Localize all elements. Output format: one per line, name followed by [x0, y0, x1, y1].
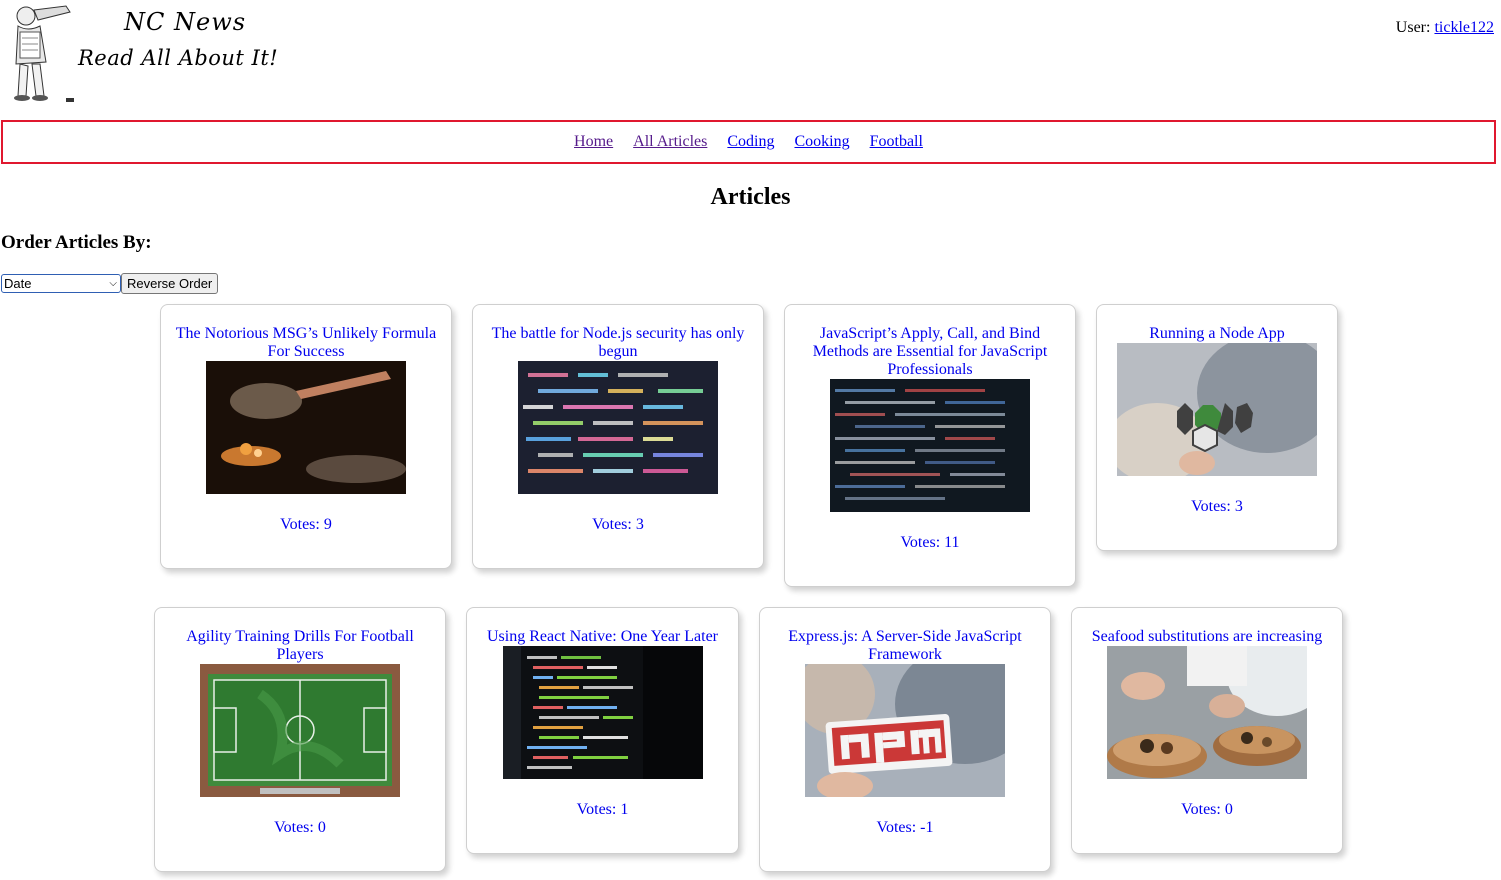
nav-all-articles[interactable]: All Articles	[633, 133, 707, 151]
article-title[interactable]: JavaScript’s Apply, Call, and Bind Metho…	[795, 325, 1065, 379]
nav-home[interactable]: Home	[574, 133, 613, 151]
nav-coding[interactable]: Coding	[727, 133, 774, 151]
article-title[interactable]: Express.js: A Server-Side JavaScript Fra…	[770, 628, 1040, 664]
article-card[interactable]: JavaScript’s Apply, Call, and Bind Metho…	[784, 304, 1076, 587]
chevron-down-icon: ⌵	[109, 278, 117, 289]
article-title[interactable]: The Notorious MSG’s Unlikely Formula For…	[171, 325, 441, 361]
article-votes: Votes: 11	[900, 534, 960, 551]
article-image[interactable]	[805, 664, 1005, 797]
article-votes: Votes: 0	[274, 819, 326, 836]
brand-title: NC News	[124, 8, 247, 36]
article-card[interactable]: Running a Node App Votes: 3	[1096, 304, 1338, 551]
article-votes: Votes: 3	[1191, 498, 1243, 515]
main-nav: Home All Articles Coding Cooking Footbal…	[1, 120, 1496, 164]
article-title[interactable]: Agility Training Drills For Football Pla…	[165, 628, 435, 664]
article-card[interactable]: Express.js: A Server-Side JavaScript Fra…	[759, 607, 1051, 872]
reverse-order-button[interactable]: Reverse Order	[121, 273, 219, 294]
article-title[interactable]: Running a Node App	[1107, 325, 1327, 343]
nav-football[interactable]: Football	[870, 133, 923, 151]
article-image[interactable]	[518, 361, 718, 494]
newspaper-boy-logo	[4, 2, 78, 104]
nav-cooking[interactable]: Cooking	[794, 133, 849, 151]
article-image[interactable]	[830, 379, 1030, 512]
article-votes: Votes: -1	[876, 819, 934, 836]
sort-select-value: Date	[4, 276, 32, 291]
page-title: Articles	[710, 184, 791, 210]
article-title[interactable]: Using React Native: One Year Later	[477, 628, 728, 646]
article-card[interactable]: The battle for Node.js security has only…	[472, 304, 764, 569]
brand-tagline: Read All About It!	[78, 46, 279, 70]
sort-select[interactable]: Date ⌵	[1, 274, 121, 293]
article-image[interactable]	[200, 664, 400, 797]
order-heading: Order Articles By:	[1, 232, 152, 253]
article-image[interactable]	[502, 646, 703, 779]
article-votes: Votes: 1	[576, 801, 629, 818]
user-info: User: tickle122	[1396, 19, 1494, 37]
article-title[interactable]: The battle for Node.js security has only…	[483, 325, 753, 361]
article-image[interactable]	[1117, 343, 1317, 476]
article-card[interactable]: Agility Training Drills For Football Pla…	[154, 607, 446, 872]
article-card[interactable]: Seafood substitutions are increasing Vot…	[1071, 607, 1343, 854]
article-card[interactable]: The Notorious MSG’s Unlikely Formula For…	[160, 304, 452, 569]
username-link[interactable]: tickle122	[1434, 19, 1494, 36]
article-votes: Votes: 3	[592, 516, 644, 533]
user-label: User:	[1395, 19, 1431, 36]
article-title[interactable]: Seafood substitutions are increasing	[1082, 628, 1332, 646]
article-votes: Votes: 0	[1181, 801, 1233, 818]
article-image[interactable]	[1107, 646, 1307, 779]
article-card[interactable]: Using React Native: One Year Later Votes…	[466, 607, 739, 854]
article-votes: Votes: 9	[280, 516, 332, 533]
article-image[interactable]	[206, 361, 406, 494]
